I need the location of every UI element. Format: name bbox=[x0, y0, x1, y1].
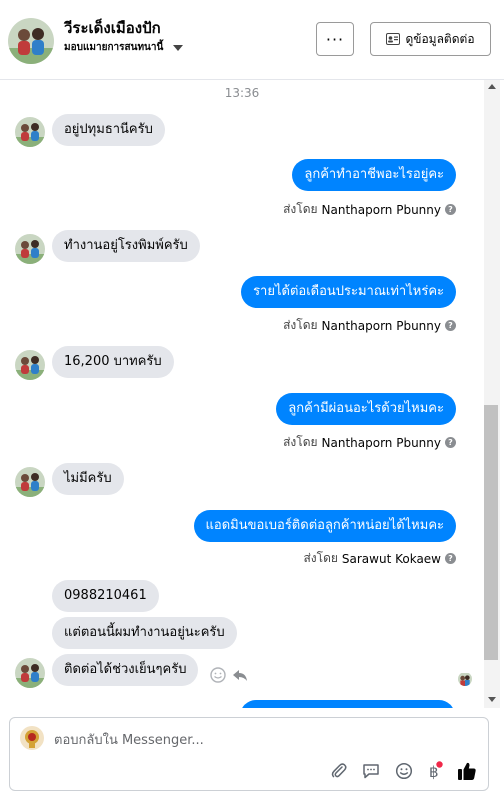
more-options-button[interactable]: ··· bbox=[316, 22, 354, 56]
message-bubble: ลูกค้ามีผ่อนอะไรด้วยไหมคะ bbox=[276, 393, 456, 425]
saved-reply-icon bbox=[363, 764, 379, 779]
message-bubble: อยู่ปทุมธานีครับ bbox=[52, 114, 165, 146]
view-contact-info-label: ดูข้อมูลติดต่อ bbox=[405, 31, 475, 46]
message-bubble: แต่ตอนนี้ผมทำงานอยู่นะครับ bbox=[52, 617, 237, 649]
assign-conversation-dropdown[interactable]: มอบแมายการสนทนานี้ bbox=[64, 40, 184, 55]
like-button[interactable] bbox=[456, 760, 478, 782]
emoji-icon bbox=[395, 762, 413, 780]
sender-avatar bbox=[15, 350, 45, 380]
message-bubble: แอดมินขอเบอร์ติดต่อลูกค้าหน่อยได้ไหมคะ bbox=[193, 510, 456, 542]
conversation-header: วีระเด็งเมืองปัก มอบแมายการสนทนานี้ ··· … bbox=[0, 0, 504, 80]
page-title: วีระเด็งเมืองปัก bbox=[64, 19, 161, 37]
message-outgoing[interactable]: แอดมินขอเบอร์ติดต่อลูกค้าหน่อยได้ไหมคะ bbox=[193, 510, 456, 542]
sender-avatar bbox=[15, 234, 45, 264]
sender-avatar bbox=[15, 467, 45, 497]
sent-by-label: ส่งโดย Sarawut Kokaew ? bbox=[303, 549, 456, 568]
sender-name: Nanthaporn Pbunny bbox=[321, 202, 441, 217]
help-icon[interactable]: ? bbox=[445, 437, 456, 448]
page-avatar bbox=[20, 726, 44, 750]
sender-name: Nanthaporn Pbunny bbox=[321, 435, 441, 450]
help-icon[interactable]: ? bbox=[445, 553, 456, 564]
sender-avatar bbox=[15, 658, 45, 688]
message-outgoing-partial[interactable] bbox=[240, 700, 455, 708]
scroll-down-icon[interactable] bbox=[488, 697, 496, 702]
message-incoming[interactable]: ติดต่อได้ช่วงเย็นๆครับ bbox=[52, 654, 199, 686]
message-outgoing[interactable]: รายได้ต่อเดือนประมาณเท่าไหร่คะ bbox=[241, 276, 456, 308]
sender-name: Nanthaporn Pbunny bbox=[321, 318, 441, 333]
message-outgoing[interactable]: ลูกค้ามีผ่อนอะไรด้วยไหมคะ bbox=[276, 393, 456, 425]
message-thread[interactable]: 13:36 อยู่ปทุมธานีครับ ลูกค้าทำอาชีพอะไร… bbox=[0, 80, 484, 708]
reply-icon[interactable] bbox=[231, 666, 249, 684]
assign-label: มอบแมายการสนทนานี้ bbox=[64, 42, 164, 53]
chevron-down-icon bbox=[173, 44, 184, 51]
message-incoming[interactable]: แต่ตอนนี้ผมทำงานอยู่นะครับ bbox=[52, 617, 237, 649]
reaction-icon[interactable] bbox=[209, 666, 227, 684]
message-bubble: ทำงานอยู่โรงพิมพ์ครับ bbox=[52, 230, 200, 262]
sent-by-label: ส่งโดย Nanthaporn Pbunny ? bbox=[283, 316, 456, 335]
view-contact-info-button[interactable]: ดูข้อมูลติดต่อ bbox=[370, 22, 491, 56]
sent-by-label: ส่งโดย Nanthaporn Pbunny ? bbox=[283, 200, 456, 219]
baht-icon: ฿ bbox=[429, 761, 443, 781]
attach-button[interactable] bbox=[328, 760, 350, 782]
message-incoming[interactable]: ไม่มีครับ bbox=[52, 463, 124, 495]
message-incoming[interactable]: 16,200 บาทครับ bbox=[52, 346, 174, 378]
saved-reply-button[interactable] bbox=[360, 760, 382, 782]
message-bubble: 16,200 บาทครับ bbox=[52, 346, 174, 378]
more-icon: ··· bbox=[325, 29, 345, 49]
message-incoming[interactable]: อยู่ปทุมธานีครับ bbox=[52, 114, 165, 146]
help-icon[interactable]: ? bbox=[445, 204, 456, 215]
timestamp: 13:36 bbox=[224, 86, 260, 100]
emoji-button[interactable] bbox=[393, 760, 415, 782]
attach-icon bbox=[331, 763, 347, 778]
scroll-thumb[interactable] bbox=[484, 405, 498, 660]
reply-input[interactable] bbox=[54, 730, 454, 750]
scroll-up-icon[interactable] bbox=[488, 84, 496, 89]
message-bubble: ไม่มีครับ bbox=[52, 463, 124, 495]
sender-name: Sarawut Kokaew bbox=[341, 551, 441, 566]
payment-button[interactable]: ฿ bbox=[423, 760, 445, 782]
sent-by-label: ส่งโดย Nanthaporn Pbunny ? bbox=[283, 433, 456, 452]
message-bubble: 0988210461 bbox=[52, 580, 159, 612]
help-icon[interactable]: ? bbox=[445, 320, 456, 331]
reply-composer: ฿ bbox=[9, 717, 489, 791]
message-incoming[interactable]: 0988210461 bbox=[52, 580, 159, 612]
sent-by-prefix: ส่งโดย bbox=[283, 202, 318, 216]
sent-by-prefix: ส่งโดย bbox=[303, 551, 338, 565]
like-icon bbox=[458, 762, 476, 780]
message-bubble: รายได้ต่อเดือนประมาณเท่าไหร่คะ bbox=[241, 276, 456, 308]
sent-by-prefix: ส่งโดย bbox=[283, 318, 318, 332]
message-outgoing[interactable]: ลูกค้าทำอาชีพอะไรอยู่คะ bbox=[292, 159, 456, 191]
sender-avatar bbox=[15, 117, 45, 147]
sent-by-prefix: ส่งโดย bbox=[283, 435, 318, 449]
message-bubble: ติดต่อได้ช่วงเย็นๆครับ bbox=[52, 654, 199, 686]
contact-card-icon bbox=[386, 33, 401, 45]
message-bubble: ลูกค้าทำอาชีพอะไรอยู่คะ bbox=[292, 159, 456, 191]
thread-scrollbar[interactable] bbox=[484, 80, 500, 708]
seen-avatar bbox=[458, 672, 472, 686]
message-incoming[interactable]: ทำงานอยู่โรงพิมพ์ครับ bbox=[52, 230, 200, 262]
contact-avatar[interactable] bbox=[8, 18, 54, 64]
